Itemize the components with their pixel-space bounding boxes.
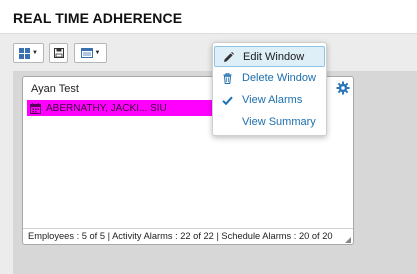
window-icon — [80, 48, 93, 58]
calendar-icon — [30, 102, 41, 114]
chevron-down-icon: ▼ — [94, 50, 101, 56]
trash-icon — [223, 73, 232, 84]
gear-icon[interactable] — [336, 81, 350, 95]
menu-item-view-alarms[interactable]: View Alarms — [214, 90, 325, 111]
status-summary: Employees : 5 of 5 | Activity Alarms : 2… — [28, 231, 333, 241]
employee-name: ABERNATHY, JACKI... SIU — [46, 102, 167, 114]
window-view-dropdown-button[interactable]: ▼ — [74, 43, 107, 63]
menu-item-label: View Summary — [242, 116, 316, 128]
employee-row[interactable]: ABERNATHY, JACKI... SIU — [27, 100, 213, 116]
menu-item-label: Edit Window — [243, 51, 305, 63]
layout-dropdown-button[interactable]: ▼ — [13, 43, 44, 63]
page-header: REAL TIME ADHERENCE — [0, 0, 417, 34]
window-title: Ayan Test — [31, 83, 79, 95]
grid-icon — [19, 47, 31, 59]
window-status-bar: Employees : 5 of 5 | Activity Alarms : 2… — [23, 228, 353, 244]
check-icon — [222, 96, 233, 106]
menu-item-label: Delete Window — [242, 72, 316, 84]
chevron-down-icon: ▼ — [32, 50, 38, 56]
menu-item-delete-window[interactable]: Delete Window — [214, 68, 325, 89]
save-icon — [53, 48, 64, 58]
menu-item-edit-window[interactable]: Edit Window — [214, 46, 325, 67]
pencil-icon — [224, 52, 234, 62]
save-button[interactable] — [49, 43, 68, 63]
menu-item-view-summary[interactable]: View Summary — [214, 112, 325, 133]
page-title: REAL TIME ADHERENCE — [13, 10, 183, 26]
window-settings-menu: Edit Window Delete Window View Alarms Vi… — [212, 42, 327, 136]
menu-item-label: View Alarms — [242, 94, 303, 106]
resize-handle-icon[interactable] — [345, 237, 351, 243]
